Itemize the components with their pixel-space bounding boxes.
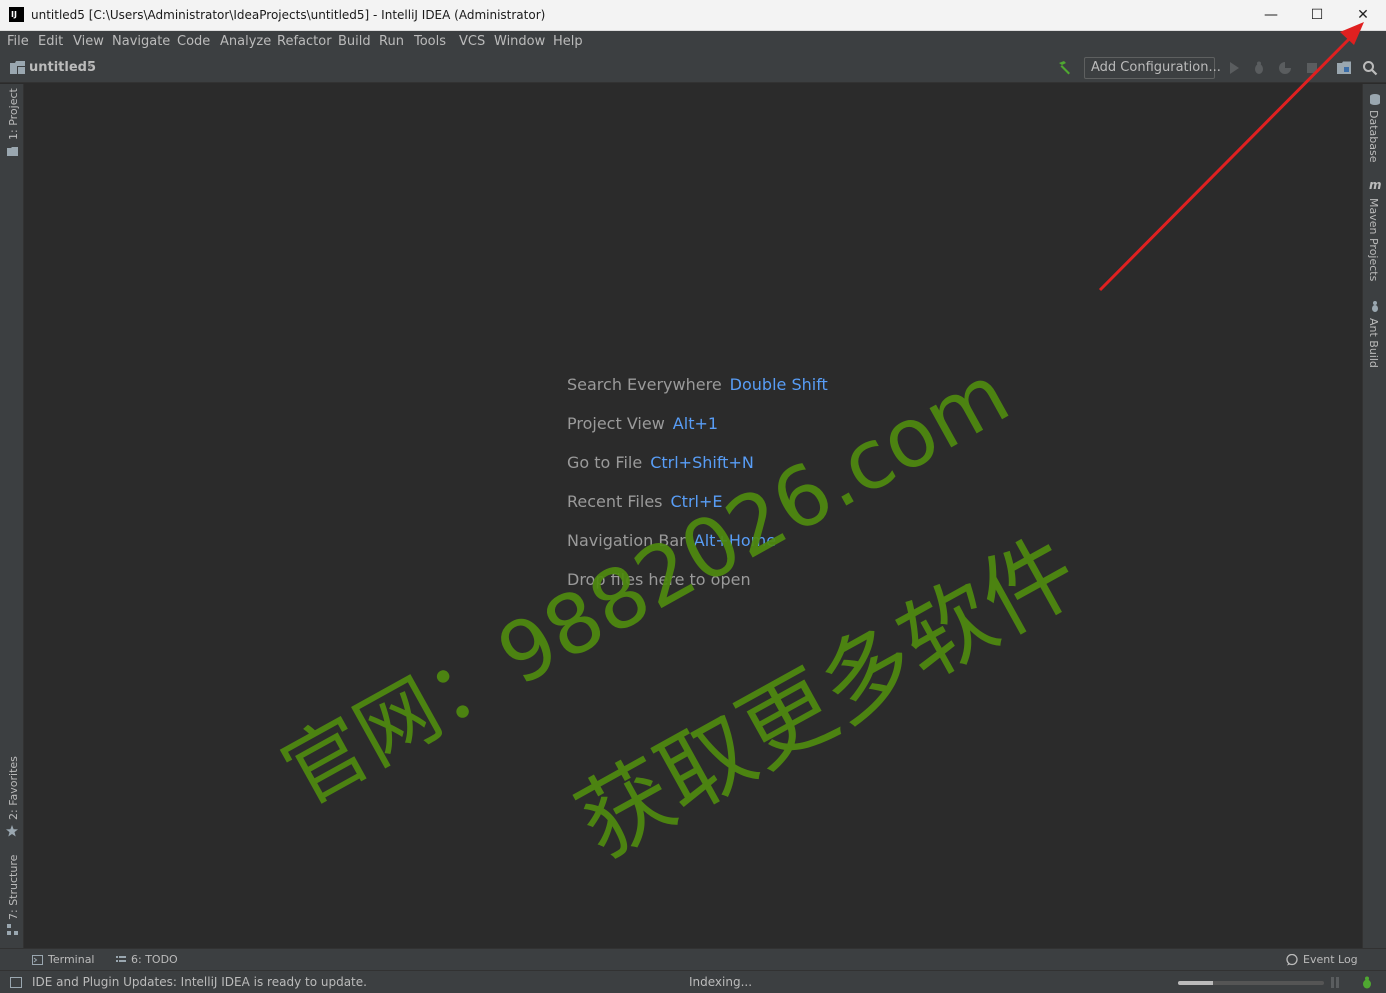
tool-structure-tab[interactable]: 7: Structure [7,855,20,920]
hint-label: Project View [567,414,665,433]
close-button[interactable]: ✕ [1340,0,1386,31]
favorites-star-icon [6,825,18,837]
minimize-button[interactable]: — [1248,0,1294,31]
menu-vcs[interactable]: VCS [459,34,485,49]
maximize-button[interactable]: ☐ [1294,0,1340,31]
window-title: untitled5 [C:\Users\Administrator\IdeaPr… [31,8,546,22]
hint-navigation-bar: Navigation Bar Alt+Home [567,531,776,550]
hint-shortcut: Alt+1 [672,414,719,433]
status-message[interactable]: IDE and Plugin Updates: IntelliJ IDEA is… [32,975,367,989]
terminal-tab[interactable]: Terminal [48,953,95,966]
progress-fill [1178,981,1214,985]
search-icon[interactable] [1362,60,1378,76]
hint-search-everywhere: Search Everywhere Double Shift [567,375,828,394]
menu-build[interactable]: Build [338,34,371,49]
indexing-status: Indexing... [689,975,753,989]
hint-shortcut: Double Shift [729,375,828,394]
menu-file[interactable]: File [7,34,29,49]
editor-empty-area[interactable] [25,84,1362,948]
database-icon [1370,94,1380,105]
hint-label: Navigation Bar [567,531,686,550]
hint-shortcut: Ctrl+Shift+N [650,453,754,472]
menu-refactor[interactable]: Refactor [277,34,332,49]
todo-tab[interactable]: 6: TODO [131,953,178,966]
event-log-icon [1286,954,1298,966]
project-structure-icon[interactable] [1336,60,1352,76]
hint-recent-files: Recent Files Ctrl+E [567,492,722,511]
menu-navigate[interactable]: Navigate [112,34,170,49]
build-hammer-icon[interactable] [1056,60,1072,76]
hint-label: Search Everywhere [567,375,722,394]
window-title-bar: IJ untitled5 [C:\Users\Administrator\Ide… [0,0,1386,31]
ant-icon [1372,301,1378,312]
structure-tool-icon [7,924,18,935]
right-tool-stripe: Database m Maven Projects Ant Build [1362,84,1386,948]
tool-ant-build-tab[interactable]: Ant Build [1367,318,1380,368]
terminal-icon [32,955,43,965]
menu-tools[interactable]: Tools [414,34,446,49]
hint-shortcut: Ctrl+E [670,492,723,511]
hint-label: Drop files here to open [567,570,751,589]
breadcrumb-project[interactable]: untitled5 [29,60,96,75]
stop-icon[interactable] [1304,60,1320,76]
tool-favorites-tab[interactable]: 2: Favorites [7,756,20,820]
bottom-tool-bar: Terminal 6: TODO Event Log [0,948,1386,970]
status-bar: IDE and Plugin Updates: IntelliJ IDEA is… [0,970,1386,993]
hint-label: Recent Files [567,492,663,511]
menu-analyze[interactable]: Analyze [220,34,271,49]
hint-label: Go to File [567,453,643,472]
project-tool-icon [7,147,18,156]
left-tool-stripe: 1: Project 2: Favorites 7: Structure [0,84,24,948]
menu-bar: File Edit View Navigate Code Analyze Ref… [0,31,1386,53]
tool-project-tab[interactable]: 1: Project [7,88,20,140]
debug-icon[interactable] [1251,60,1267,76]
hint-shortcut: Alt+Home [693,531,777,550]
pause-icon[interactable] [1330,977,1340,988]
menu-view[interactable]: View [73,34,104,49]
menu-edit[interactable]: Edit [38,34,63,49]
hint-project-view: Project View Alt+1 [567,414,718,433]
menu-run[interactable]: Run [379,34,404,49]
coverage-icon[interactable] [1277,60,1293,76]
hint-go-to-file: Go to File Ctrl+Shift+N [567,453,754,472]
run-icon[interactable] [1226,60,1242,76]
add-configuration-button[interactable]: Add Configuration... [1084,57,1221,79]
todo-list-icon [116,956,126,962]
tool-maven-tab[interactable]: Maven Projects [1367,198,1380,281]
tool-database-tab[interactable]: Database [1367,110,1380,163]
maven-icon: m [1369,178,1382,192]
breadcrumb-arrow: › [88,59,93,73]
menu-window[interactable]: Window [494,34,545,49]
indexing-progress-bar [1178,981,1324,985]
intellij-app-icon: IJ [9,7,24,22]
menu-help[interactable]: Help [553,34,583,49]
project-folder-icon [10,61,25,74]
hint-drop-files: Drop files here to open [567,570,751,589]
menu-code[interactable]: Code [177,34,210,49]
event-log-tab[interactable]: Event Log [1303,953,1358,966]
inspector-icon[interactable] [1360,976,1374,989]
toggle-tool-windows-icon[interactable] [10,977,22,988]
